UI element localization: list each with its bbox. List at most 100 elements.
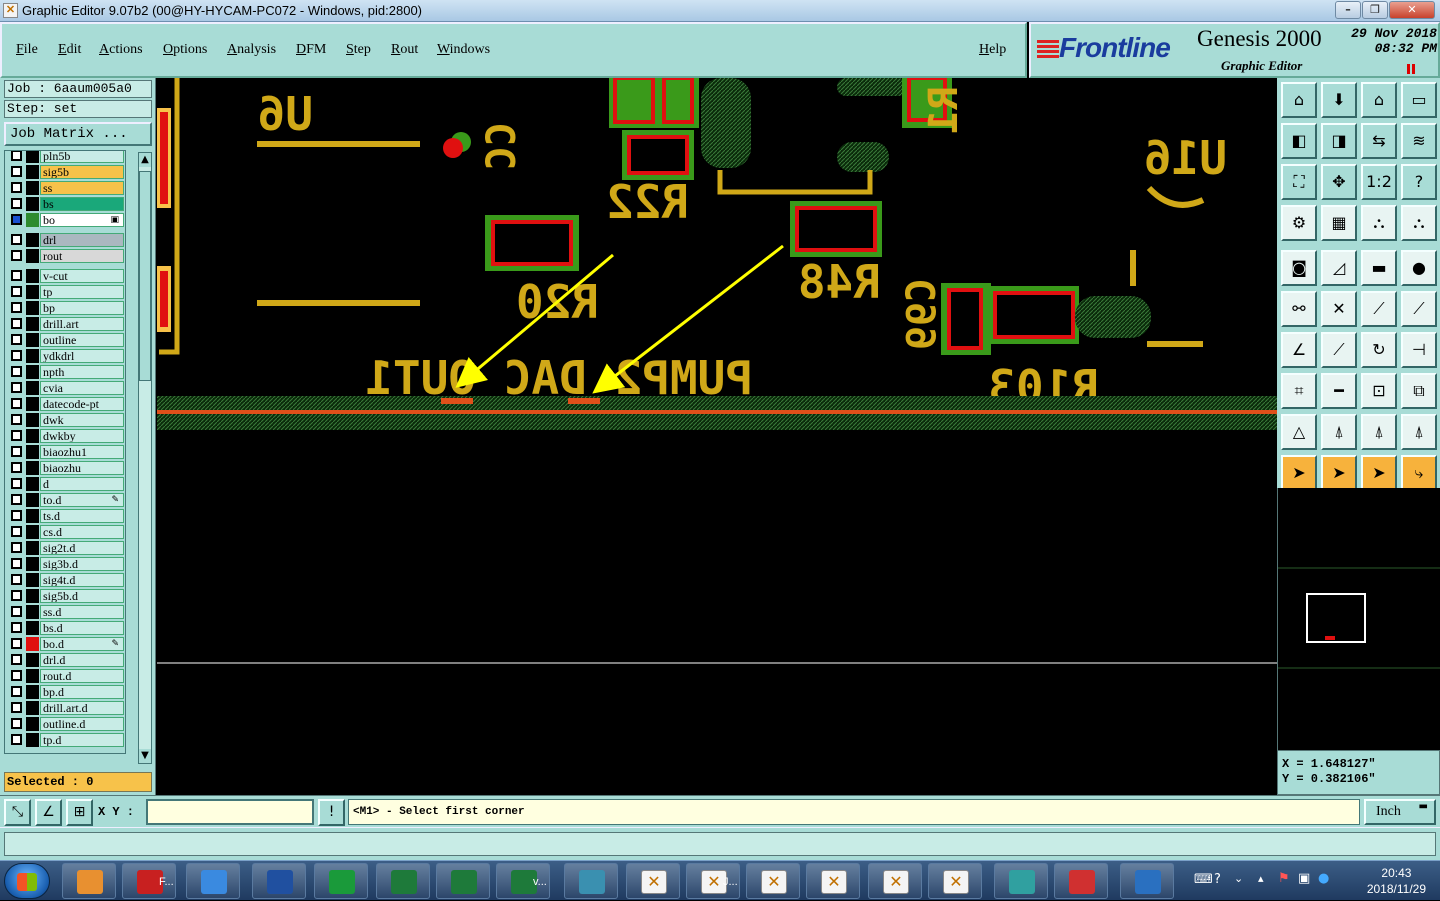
layer-name[interactable]: biaozhu [40, 461, 124, 475]
layer-row[interactable]: sig3b.d [5, 556, 125, 572]
layer-color-swatch[interactable] [26, 249, 39, 263]
zoom-down-icon[interactable]: ⬇ [1321, 82, 1357, 118]
layer-checkbox[interactable] [11, 718, 22, 729]
layer-row[interactable]: ss [5, 180, 125, 196]
zoom-box-icon[interactable]: ⤡ [4, 799, 31, 826]
route-icon[interactable]: ⤷ [1401, 455, 1437, 491]
layer-name[interactable]: to.d ✎ [40, 493, 124, 507]
layer-checkbox[interactable] [11, 214, 22, 225]
tray-chevron-icon[interactable]: ⌄ [1234, 872, 1243, 885]
menu-dfm[interactable]: DFM [296, 42, 326, 58]
layer-checkbox[interactable] [11, 366, 22, 377]
layer-name[interactable]: outline.d [40, 717, 124, 731]
pan-left-icon[interactable]: ◧ [1281, 123, 1317, 159]
layer-color-swatch[interactable] [26, 621, 39, 635]
grid-icon[interactable]: ▦ [1321, 205, 1357, 241]
layer-row[interactable]: outline [5, 332, 125, 348]
layer-name[interactable]: bp.d [40, 685, 124, 699]
layer-name[interactable]: sig5b.d [40, 589, 124, 603]
layer-name[interactable]: drl.d [40, 653, 124, 667]
swap-icon[interactable]: ⇆ [1361, 123, 1397, 159]
layer-name[interactable]: ydkdrl [40, 349, 124, 363]
layer-name[interactable]: bs [40, 197, 124, 211]
layer-row[interactable]: sig4t.d [5, 572, 125, 588]
units-dropdown[interactable]: Inch ▬ [1364, 799, 1436, 825]
tray-up-icon[interactable]: ▴ [1258, 872, 1264, 885]
pcb-view[interactable]: U6 R22 R20 R48 C99 R103 U16 PUMP2_DAC_OU… [157, 78, 1277, 795]
layer-color-swatch[interactable] [26, 365, 39, 379]
triangle-b-icon[interactable]: ⍋ [1361, 414, 1397, 450]
warning-icon[interactable]: ! [318, 799, 345, 826]
layer-name[interactable]: sig4t.d [40, 573, 124, 587]
layer-color-swatch[interactable] [26, 333, 39, 347]
layer-row[interactable]: bp.d [5, 684, 125, 700]
scroll-thumb[interactable] [139, 171, 151, 381]
minimize-button[interactable]: – [1335, 1, 1361, 19]
layer-color-swatch[interactable] [26, 445, 39, 459]
layer-checkbox[interactable] [11, 151, 22, 161]
layer-checkbox[interactable] [11, 334, 22, 345]
layer-checkbox[interactable] [11, 462, 22, 473]
help-icon[interactable]: ? [1401, 164, 1437, 200]
layer-name[interactable]: bo ▣ [40, 213, 124, 227]
layer-name[interactable]: bp [40, 301, 124, 315]
measure-icon[interactable]: ⚙ [1281, 205, 1317, 241]
layer-color-swatch[interactable] [26, 397, 39, 411]
layer-row[interactable]: rout.d [5, 668, 125, 684]
layer-row[interactable]: biaozhu [5, 460, 125, 476]
layer-checkbox[interactable] [11, 166, 22, 177]
layer-checkbox[interactable] [11, 302, 22, 313]
pointer-circle-icon[interactable]: ➤ [1361, 455, 1397, 491]
layer-checkbox[interactable] [11, 286, 22, 297]
pad-icon[interactable]: ● [1401, 250, 1437, 286]
save-app-button[interactable] [252, 863, 306, 899]
layer-checkbox[interactable] [11, 234, 22, 245]
ruler-icon[interactable]: ▬ [1361, 250, 1397, 286]
keyboard-icon[interactable]: ⌨ [1194, 872, 1213, 887]
layer-color-swatch[interactable] [26, 269, 39, 283]
menu-windows[interactable]: Windows [437, 42, 490, 58]
layer-row[interactable]: sig5b [5, 164, 125, 180]
layer-row[interactable]: d [5, 476, 125, 492]
arc-icon[interactable]: ↻ [1361, 332, 1397, 368]
layer-color-swatch[interactable] [26, 573, 39, 587]
layer-name[interactable]: datecode-pt [40, 397, 124, 411]
layer-checkbox[interactable] [11, 510, 22, 521]
layer-checkbox[interactable] [11, 430, 22, 441]
pdf-app-button[interactable] [1054, 863, 1108, 899]
layer-name[interactable]: drl [40, 233, 124, 247]
layer-checkbox[interactable] [11, 414, 22, 425]
layer-name[interactable]: npth [40, 365, 124, 379]
layer-name[interactable]: bo.d ✎ [40, 637, 124, 651]
window-icon[interactable]: ▭ [1401, 82, 1437, 118]
layer-checkbox[interactable] [11, 558, 22, 569]
layer-name[interactable]: sig5b [40, 165, 124, 179]
excel-app-button-3[interactable]: v... [496, 863, 550, 899]
layer-color-swatch[interactable] [26, 541, 39, 555]
layer-checkbox[interactable] [11, 250, 22, 261]
scale-icon[interactable]: 1:2 [1361, 164, 1397, 200]
triangle-c-icon[interactable]: ⍋ [1401, 414, 1437, 450]
maximize-button[interactable]: ❐ [1362, 1, 1388, 19]
xy-input[interactable] [146, 799, 314, 825]
layer-color-swatch[interactable] [26, 429, 39, 443]
layer-color-swatch[interactable] [26, 685, 39, 699]
layer-row[interactable]: outline.d [5, 716, 125, 732]
x-app-button-5[interactable]: ✕ [868, 863, 922, 899]
layer-name[interactable]: rout [40, 249, 124, 263]
layer-name[interactable]: v-cut [40, 269, 124, 283]
layer-name[interactable]: tp.d [40, 733, 124, 747]
layer-row[interactable]: dwkby [5, 428, 125, 444]
layer-row[interactable]: ydkdrl [5, 348, 125, 364]
layer-checkbox[interactable] [11, 182, 22, 193]
layer-row[interactable]: tp [5, 284, 125, 300]
layer-checkbox[interactable] [11, 382, 22, 393]
layer-color-swatch[interactable] [26, 653, 39, 667]
menu-analysis[interactable]: Analysis [227, 42, 276, 58]
layer-checkbox[interactable] [11, 270, 22, 281]
job-matrix-button[interactable]: Job Matrix ... [4, 122, 152, 146]
layer-name[interactable]: drill.art.d [40, 701, 124, 715]
layer-row[interactable]: drill.art.d [5, 700, 125, 716]
genesis-app-button[interactable] [314, 863, 368, 899]
frontline-app-button[interactable]: F... [122, 863, 176, 899]
